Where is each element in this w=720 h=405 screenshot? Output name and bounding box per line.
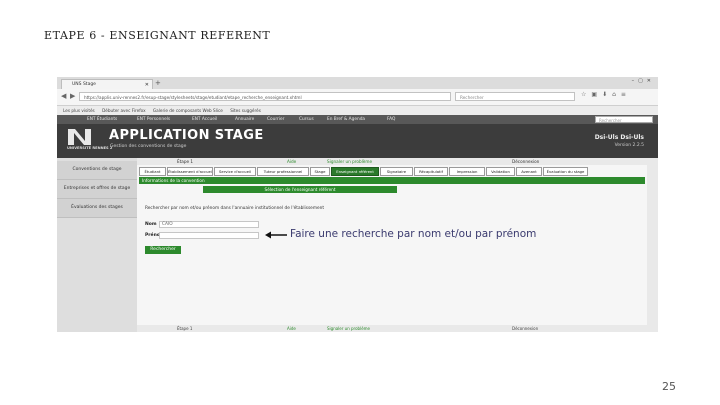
toolbar-icons[interactable]: ☆▣⬇⌂≡ bbox=[581, 91, 631, 98]
sidebar-item-evaluations[interactable]: Évaluations des stages bbox=[57, 199, 137, 218]
subsection-title: Sélection de l'enseignant référent bbox=[203, 186, 397, 193]
app-subtitle: Gestion des conventions de stage bbox=[110, 144, 187, 149]
tab-evaluation[interactable]: Évaluation du stage bbox=[543, 167, 588, 176]
back-arrow-icon[interactable]: ◀ bbox=[61, 92, 66, 100]
ent-nav-item[interactable]: ENT Accueil bbox=[192, 115, 217, 124]
browser-tab[interactable]: UNS Stage ✕ bbox=[61, 79, 153, 89]
ent-nav-item[interactable]: Annuaire bbox=[235, 115, 254, 124]
ent-nav-item[interactable]: Courrier bbox=[267, 115, 284, 124]
tab-etablissement[interactable]: Établissement d'accueil bbox=[167, 167, 213, 176]
star-icon[interactable]: ☆ bbox=[581, 91, 591, 98]
download-icon[interactable]: ⬇ bbox=[602, 91, 612, 98]
ent-nav-item[interactable]: ENT Personnels bbox=[137, 115, 170, 124]
browser-search-input[interactable]: Rechercher bbox=[455, 92, 575, 101]
app-header: UNIVERSITÉ RENNES 2 APPLICATION STAGE Ge… bbox=[57, 124, 658, 158]
logout-link[interactable]: Déconnexion bbox=[512, 326, 538, 332]
screenshot: UNS Stage ✕ + –▢✕ ◀ ▶ https://applis.uni… bbox=[57, 77, 658, 332]
prenom-input[interactable] bbox=[159, 232, 259, 239]
bookmark-item[interactable]: Débuter avec Firefox bbox=[102, 108, 146, 113]
user-name: Dsi-Uls Dsi-Uls bbox=[594, 134, 644, 141]
browser-tab-bar: UNS Stage ✕ + –▢✕ bbox=[57, 77, 658, 89]
ent-nav-item[interactable]: FAQ bbox=[387, 115, 395, 124]
search-button[interactable]: Rechercher bbox=[145, 246, 181, 254]
sidebar: Conventions de stage Entreprises et offr… bbox=[57, 158, 137, 332]
tab-impression[interactable]: Impression bbox=[449, 167, 485, 176]
tab-signataire[interactable]: Signataire bbox=[380, 167, 413, 176]
tab-stage[interactable]: Stage bbox=[310, 167, 330, 176]
report-problem-link[interactable]: Signaler un problème bbox=[327, 158, 372, 165]
nom-input[interactable]: CAIO bbox=[159, 221, 259, 228]
annotation-arrow-icon bbox=[265, 231, 287, 239]
search-hint: Rechercher par nom et/ou prénom dans l'a… bbox=[145, 206, 325, 211]
main-panel: Étudiant Établissement d'accueil Service… bbox=[137, 165, 647, 325]
step-label: Étape 1 bbox=[177, 159, 194, 164]
report-problem-link[interactable]: Signaler un problème bbox=[327, 326, 370, 332]
help-link[interactable]: Aide bbox=[287, 158, 296, 165]
bottom-links: Étape 1 Aide Signaler un problème Déconn… bbox=[137, 326, 658, 332]
app-version: Version 2.2.5 bbox=[614, 143, 644, 148]
menu-icon[interactable]: ≡ bbox=[621, 91, 631, 98]
window-controls[interactable]: –▢✕ bbox=[632, 78, 655, 84]
ent-search-input[interactable]: Rechercher bbox=[595, 116, 653, 123]
tab-service[interactable]: Service d'accueil bbox=[214, 167, 256, 176]
slide-title: ETAPE 6 - ENSEIGNANT REFERENT bbox=[44, 29, 271, 42]
bookmark-item[interactable]: Galerie de composants Web Slice bbox=[153, 108, 223, 113]
annotation-text: Faire une recherche par nom et/ou par pr… bbox=[290, 228, 537, 240]
tab-validation[interactable]: Validation bbox=[486, 167, 515, 176]
clipboard-icon[interactable]: ▣ bbox=[591, 91, 602, 98]
new-tab-button[interactable]: + bbox=[155, 79, 161, 87]
tab-recapitulatif[interactable]: Récapitulatif bbox=[414, 167, 448, 176]
tab-enseignant-referent[interactable]: Enseignant référent bbox=[331, 167, 379, 176]
tab-close-icon[interactable]: ✕ bbox=[145, 80, 149, 89]
forward-arrow-icon[interactable]: ▶ bbox=[70, 92, 75, 100]
bookmark-item[interactable]: Les plus visités bbox=[63, 108, 95, 113]
ent-nav-item[interactable]: ENT Étudiants bbox=[87, 115, 117, 124]
home-icon[interactable]: ⌂ bbox=[612, 91, 621, 98]
tab-avenant[interactable]: Avenant bbox=[516, 167, 542, 176]
logout-link[interactable]: Déconnexion bbox=[512, 158, 539, 165]
tab-title: UNS Stage bbox=[72, 82, 96, 87]
tab-tuteur[interactable]: Tuteur professionnel bbox=[257, 167, 309, 176]
browser-nav-bar: ◀ ▶ https://applis.univ-rennes2.fr/esup-… bbox=[57, 89, 658, 106]
section-title: Informations de la convention bbox=[139, 177, 645, 184]
logo-text: UNIVERSITÉ RENNES 2 bbox=[67, 146, 113, 150]
nom-label: Nom bbox=[145, 222, 157, 227]
help-link[interactable]: Aide bbox=[287, 326, 296, 332]
ent-nav-bar: ENT Étudiants ENT Personnels ENT Accueil… bbox=[57, 115, 658, 124]
ent-nav-item[interactable]: Cursus bbox=[299, 115, 314, 124]
ent-nav-item[interactable]: En Bref & Agenda bbox=[327, 115, 365, 124]
university-logo bbox=[68, 129, 91, 145]
page-number: 25 bbox=[662, 380, 676, 393]
url-bar[interactable]: https://applis.univ-rennes2.fr/esup-stag… bbox=[79, 92, 451, 101]
step-label: Étape 1 bbox=[177, 326, 193, 331]
sidebar-item-entreprises[interactable]: Entreprises et offres de stage bbox=[57, 180, 137, 199]
sidebar-item-conventions[interactable]: Conventions de stage bbox=[57, 161, 137, 180]
top-links: Étape 1 Aide Signaler un problème Déconn… bbox=[137, 158, 658, 165]
tab-etudiant[interactable]: Étudiant bbox=[139, 167, 166, 176]
bookmark-item[interactable]: Sites suggérés bbox=[230, 108, 261, 113]
app-title: APPLICATION STAGE bbox=[109, 128, 264, 143]
